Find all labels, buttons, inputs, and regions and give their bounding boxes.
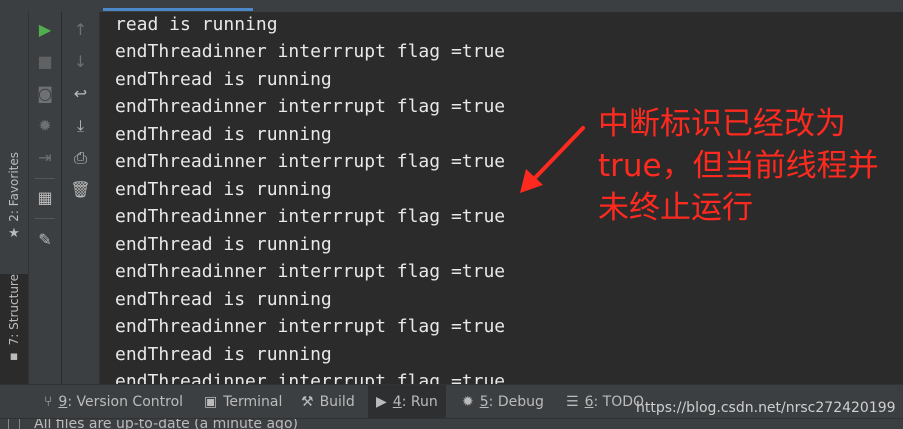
version-control-icon: ⑂ [44, 394, 53, 410]
console-line: read is running [115, 14, 278, 35]
tab-label: 9: Version Control [58, 394, 184, 410]
console-line: endThreadinner interrrupt flag =true [115, 316, 506, 337]
bug-icon: ✹ [462, 394, 474, 410]
console-line: endThread is running [115, 344, 332, 365]
console-line: endThreadinner interrrupt flag =true [115, 96, 506, 117]
status-bar: All files are up-to-date (a minute ago) [0, 418, 903, 429]
play-icon[interactable]: ▶ [29, 20, 61, 40]
tab-terminal[interactable]: ▣ Terminal [204, 385, 282, 419]
tab-todo[interactable]: ☰ 6: TODO [566, 385, 644, 419]
run-icon: ▶ [376, 394, 387, 410]
annotation-line-3: 未终止运行 [598, 190, 753, 226]
hammer-icon: ⚒ [301, 394, 314, 410]
arrow-down-icon[interactable]: ↓ [62, 52, 99, 72]
enter-icon[interactable]: ⇥ [29, 148, 61, 168]
watermark-url: https://blog.csdn.net/nrsc272420199 [636, 400, 896, 416]
console-line: endThread is running [115, 69, 332, 90]
camera-icon[interactable]: ◙ [29, 84, 61, 104]
run-toolbar-secondary: ↑ ↓ ↩ ⤓ ⎙ 🗑 [62, 12, 100, 384]
arrow-up-icon[interactable]: ↑ [62, 20, 99, 40]
console-line: endThreadinner interrrupt flag =true [115, 151, 506, 172]
console-line: endThread is running [115, 179, 332, 200]
tool-window-header [0, 0, 903, 12]
trash-icon[interactable]: 🗑 [62, 180, 99, 200]
favorites-tab[interactable]: 2: Favorites ★ [0, 152, 28, 258]
console-line: endThreadinner interrrupt flag =true [115, 371, 506, 384]
tab-label: 5: Debug [479, 394, 544, 410]
print-icon[interactable]: ⎙ [62, 148, 99, 168]
status-text: All files are up-to-date (a minute ago) [34, 418, 298, 429]
pin-icon[interactable]: ✎ [29, 230, 61, 250]
left-tool-window-bar: 2: Favorites ★ 7: Structure ▪ [0, 12, 29, 384]
toolbar-separator [35, 178, 55, 179]
tab-debug[interactable]: ✹ 5: Debug [462, 385, 544, 419]
tab-label: 4: Run [392, 394, 438, 410]
star-icon: ★ [8, 225, 20, 241]
soft-wrap-icon[interactable]: ↩ [62, 84, 99, 104]
annotation-text: 中断标识已经改为 true，但当前线程并 未终止运行 [598, 103, 898, 229]
console-line: endThreadinner interrrupt flag =true [115, 41, 506, 62]
structure-label: 7: Structure [7, 274, 21, 346]
tab-label: Terminal [223, 394, 283, 410]
annotation-line-2: true，但当前线程并 [598, 148, 879, 184]
terminal-icon: ▣ [204, 394, 218, 410]
console-line: endThreadinner interrrupt flag =true [115, 261, 506, 282]
todo-list-icon: ☰ [566, 394, 579, 410]
tab-label: Build [319, 394, 355, 410]
console-line: endThreadinner interrrupt flag =true [115, 206, 506, 227]
bottom-tool-window-bar: ⑂ 9: Version Control ▣ Terminal ⚒ Build … [0, 384, 903, 419]
favorites-label: 2: Favorites [7, 152, 21, 222]
tab-run[interactable]: ▶ 4: Run [368, 385, 446, 419]
toolbar-separator [35, 218, 55, 219]
stop-icon[interactable]: ■ [29, 52, 61, 72]
status-icon [8, 419, 20, 429]
console-line: endThread is running [115, 124, 332, 145]
layout-icon[interactable]: ▦ [29, 188, 61, 208]
scroll-to-end-icon[interactable]: ⤓ [62, 116, 99, 136]
tab-version-control[interactable]: ⑂ 9: Version Control [44, 385, 183, 419]
annotation-line-1: 中断标识已经改为 [598, 106, 846, 142]
bug-icon[interactable]: ✹ [29, 116, 61, 136]
console-line: endThread is running [115, 234, 332, 255]
structure-tab[interactable]: 7: Structure ▪ [0, 274, 28, 384]
console-line: endThread is running [115, 289, 332, 310]
run-toolbar-primary: ▶ ■ ◙ ✹ ⇥ ▦ ✎ [29, 12, 61, 384]
structure-icon: ▪ [9, 349, 19, 365]
tab-build[interactable]: ⚒ Build [301, 385, 355, 419]
active-tab-indicator [103, 8, 253, 11]
